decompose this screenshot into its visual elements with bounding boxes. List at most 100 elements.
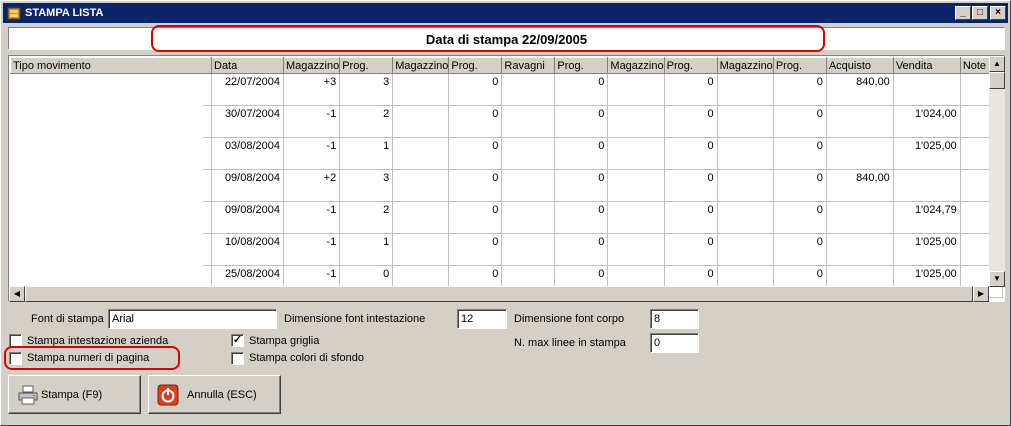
print-grid-checkbox[interactable]: ✓	[231, 334, 244, 347]
table-cell: 1	[339, 233, 394, 266]
table-cell: 10/08/2004	[211, 233, 284, 266]
table-cell: 09/08/2004	[211, 169, 284, 202]
table-cell	[501, 201, 556, 234]
table-cell: 840,00	[826, 73, 894, 106]
print-button[interactable]: Stampa (F9)	[8, 375, 141, 414]
table-cell: -1	[283, 201, 341, 234]
cancel-button[interactable]: Annulla (ESC)	[148, 375, 281, 414]
body-font-size-input[interactable]	[650, 309, 699, 329]
table-cell: 0	[554, 169, 609, 202]
table-cell	[607, 137, 665, 170]
table-cell	[607, 105, 665, 138]
bg-colors-label[interactable]: Stampa colori di sfondo	[249, 352, 364, 364]
company-header-label[interactable]: Stampa intestazione azienda	[27, 335, 168, 347]
table-cell: 1'025,00	[893, 233, 961, 266]
table-cell: -1	[283, 105, 341, 138]
column-header[interactable]: Magazzino	[392, 57, 450, 74]
font-input[interactable]	[108, 309, 277, 329]
table-cell: 1'024,79	[893, 201, 961, 234]
column-header[interactable]: Ravagni	[501, 57, 556, 74]
scroll-down-arrow-icon[interactable]: ▼	[989, 271, 1005, 287]
title-bar[interactable]: STAMPA LISTA _ □ ×	[3, 3, 1008, 23]
font-label: Font di stampa :	[31, 313, 110, 325]
column-header[interactable]: Prog.	[772, 57, 827, 74]
column-header[interactable]: Magazzino	[716, 57, 774, 74]
horizontal-scrollbar[interactable]: ◀ ▶	[9, 286, 989, 302]
table-cell: 03/08/2004	[211, 137, 284, 170]
column-header[interactable]: Prog.	[448, 57, 503, 74]
close-button[interactable]: ×	[990, 6, 1006, 20]
table-cell	[501, 105, 556, 138]
table-cell: 2	[339, 201, 394, 234]
table-cell: 0	[773, 137, 827, 170]
max-lines-input[interactable]	[650, 333, 699, 353]
company-header-checkbox[interactable]	[9, 334, 22, 347]
table-cell	[501, 73, 556, 106]
column-header[interactable]: Prog.	[554, 57, 609, 74]
table-cell	[826, 201, 894, 234]
maximize-button[interactable]: □	[972, 6, 988, 20]
column-header[interactable]: Tipo movimento	[10, 57, 212, 74]
table-cell	[717, 201, 774, 234]
table-cell: 0	[554, 201, 609, 234]
table-cell: 1	[339, 137, 394, 170]
table-cell	[501, 233, 556, 266]
table-cell: +2	[283, 169, 341, 202]
table-cell: 0	[664, 137, 718, 170]
horizontal-scroll-thumb[interactable]	[25, 286, 973, 302]
column-header[interactable]: Vendita	[892, 57, 961, 74]
table-cell: 30/07/2004	[211, 105, 284, 138]
table-cell: -1	[283, 233, 341, 266]
column-header[interactable]: Magazzino	[282, 57, 341, 74]
column-header[interactable]: Acquisto	[825, 57, 894, 74]
table-cell	[893, 73, 961, 106]
scroll-left-arrow-icon[interactable]: ◀	[9, 286, 25, 302]
table-cell: 0	[448, 105, 503, 138]
window-title: STAMPA LISTA	[25, 7, 104, 19]
bg-colors-checkbox[interactable]	[231, 352, 244, 365]
table-cell: 1'024,00	[893, 105, 961, 138]
table-cell: 0	[773, 233, 827, 266]
table-cell: 0	[448, 169, 503, 202]
table-cell: 09/08/2004	[211, 201, 284, 234]
column-header[interactable]: Magazzino	[607, 57, 665, 74]
table-cell: 0	[773, 169, 827, 202]
print-grid-label[interactable]: Stampa griglia	[249, 335, 319, 347]
vertical-scrollbar[interactable]: ▲ ▼	[989, 56, 1005, 287]
table-cell: 0	[773, 73, 827, 106]
table-header-row: Tipo movimento Data Magazzino Prog. Magazzin…	[10, 57, 1003, 74]
table-cell	[607, 73, 665, 106]
table-cell	[607, 233, 665, 266]
power-icon	[157, 384, 179, 406]
column-header[interactable]: Prog.	[663, 57, 718, 74]
column-header[interactable]: Prog.	[339, 57, 394, 74]
table-cell: 22/07/2004	[211, 73, 284, 106]
page-numbers-label[interactable]: Stampa numeri di pagina	[27, 352, 149, 364]
table-cell: -1	[283, 137, 341, 170]
table-cell: 3	[339, 73, 394, 106]
movements-grid[interactable]: Tipo movimento Data Magazzino Prog. Magazzin…	[8, 55, 1005, 302]
max-lines-label: N. max linee in stampa	[514, 337, 626, 349]
table-cell	[501, 137, 556, 170]
header-font-size-input[interactable]	[457, 309, 507, 329]
minimize-button[interactable]: _	[955, 6, 971, 20]
scroll-right-arrow-icon[interactable]: ▶	[973, 286, 989, 302]
printer-icon	[18, 385, 38, 405]
table-cell: 0	[448, 137, 503, 170]
cancel-button-label: Annulla (ESC)	[187, 389, 257, 401]
table-cell: 0	[664, 201, 718, 234]
scroll-up-arrow-icon[interactable]: ▲	[989, 56, 1005, 72]
table-cell: 0	[664, 169, 718, 202]
header-font-size-label: Dimensione font intestazione	[284, 313, 426, 325]
table-cell: 0	[773, 201, 827, 234]
table-cell	[392, 201, 450, 234]
column-header[interactable]: Data	[211, 57, 284, 74]
page-numbers-checkbox[interactable]	[9, 352, 22, 365]
table-cell	[826, 105, 894, 138]
table-cell	[392, 233, 450, 266]
table-cell: 0	[664, 73, 718, 106]
vertical-scroll-thumb[interactable]	[989, 72, 1005, 89]
table-cell: 1'025,00	[893, 137, 961, 170]
table-cell	[392, 73, 450, 106]
table-cell: 0	[664, 105, 718, 138]
